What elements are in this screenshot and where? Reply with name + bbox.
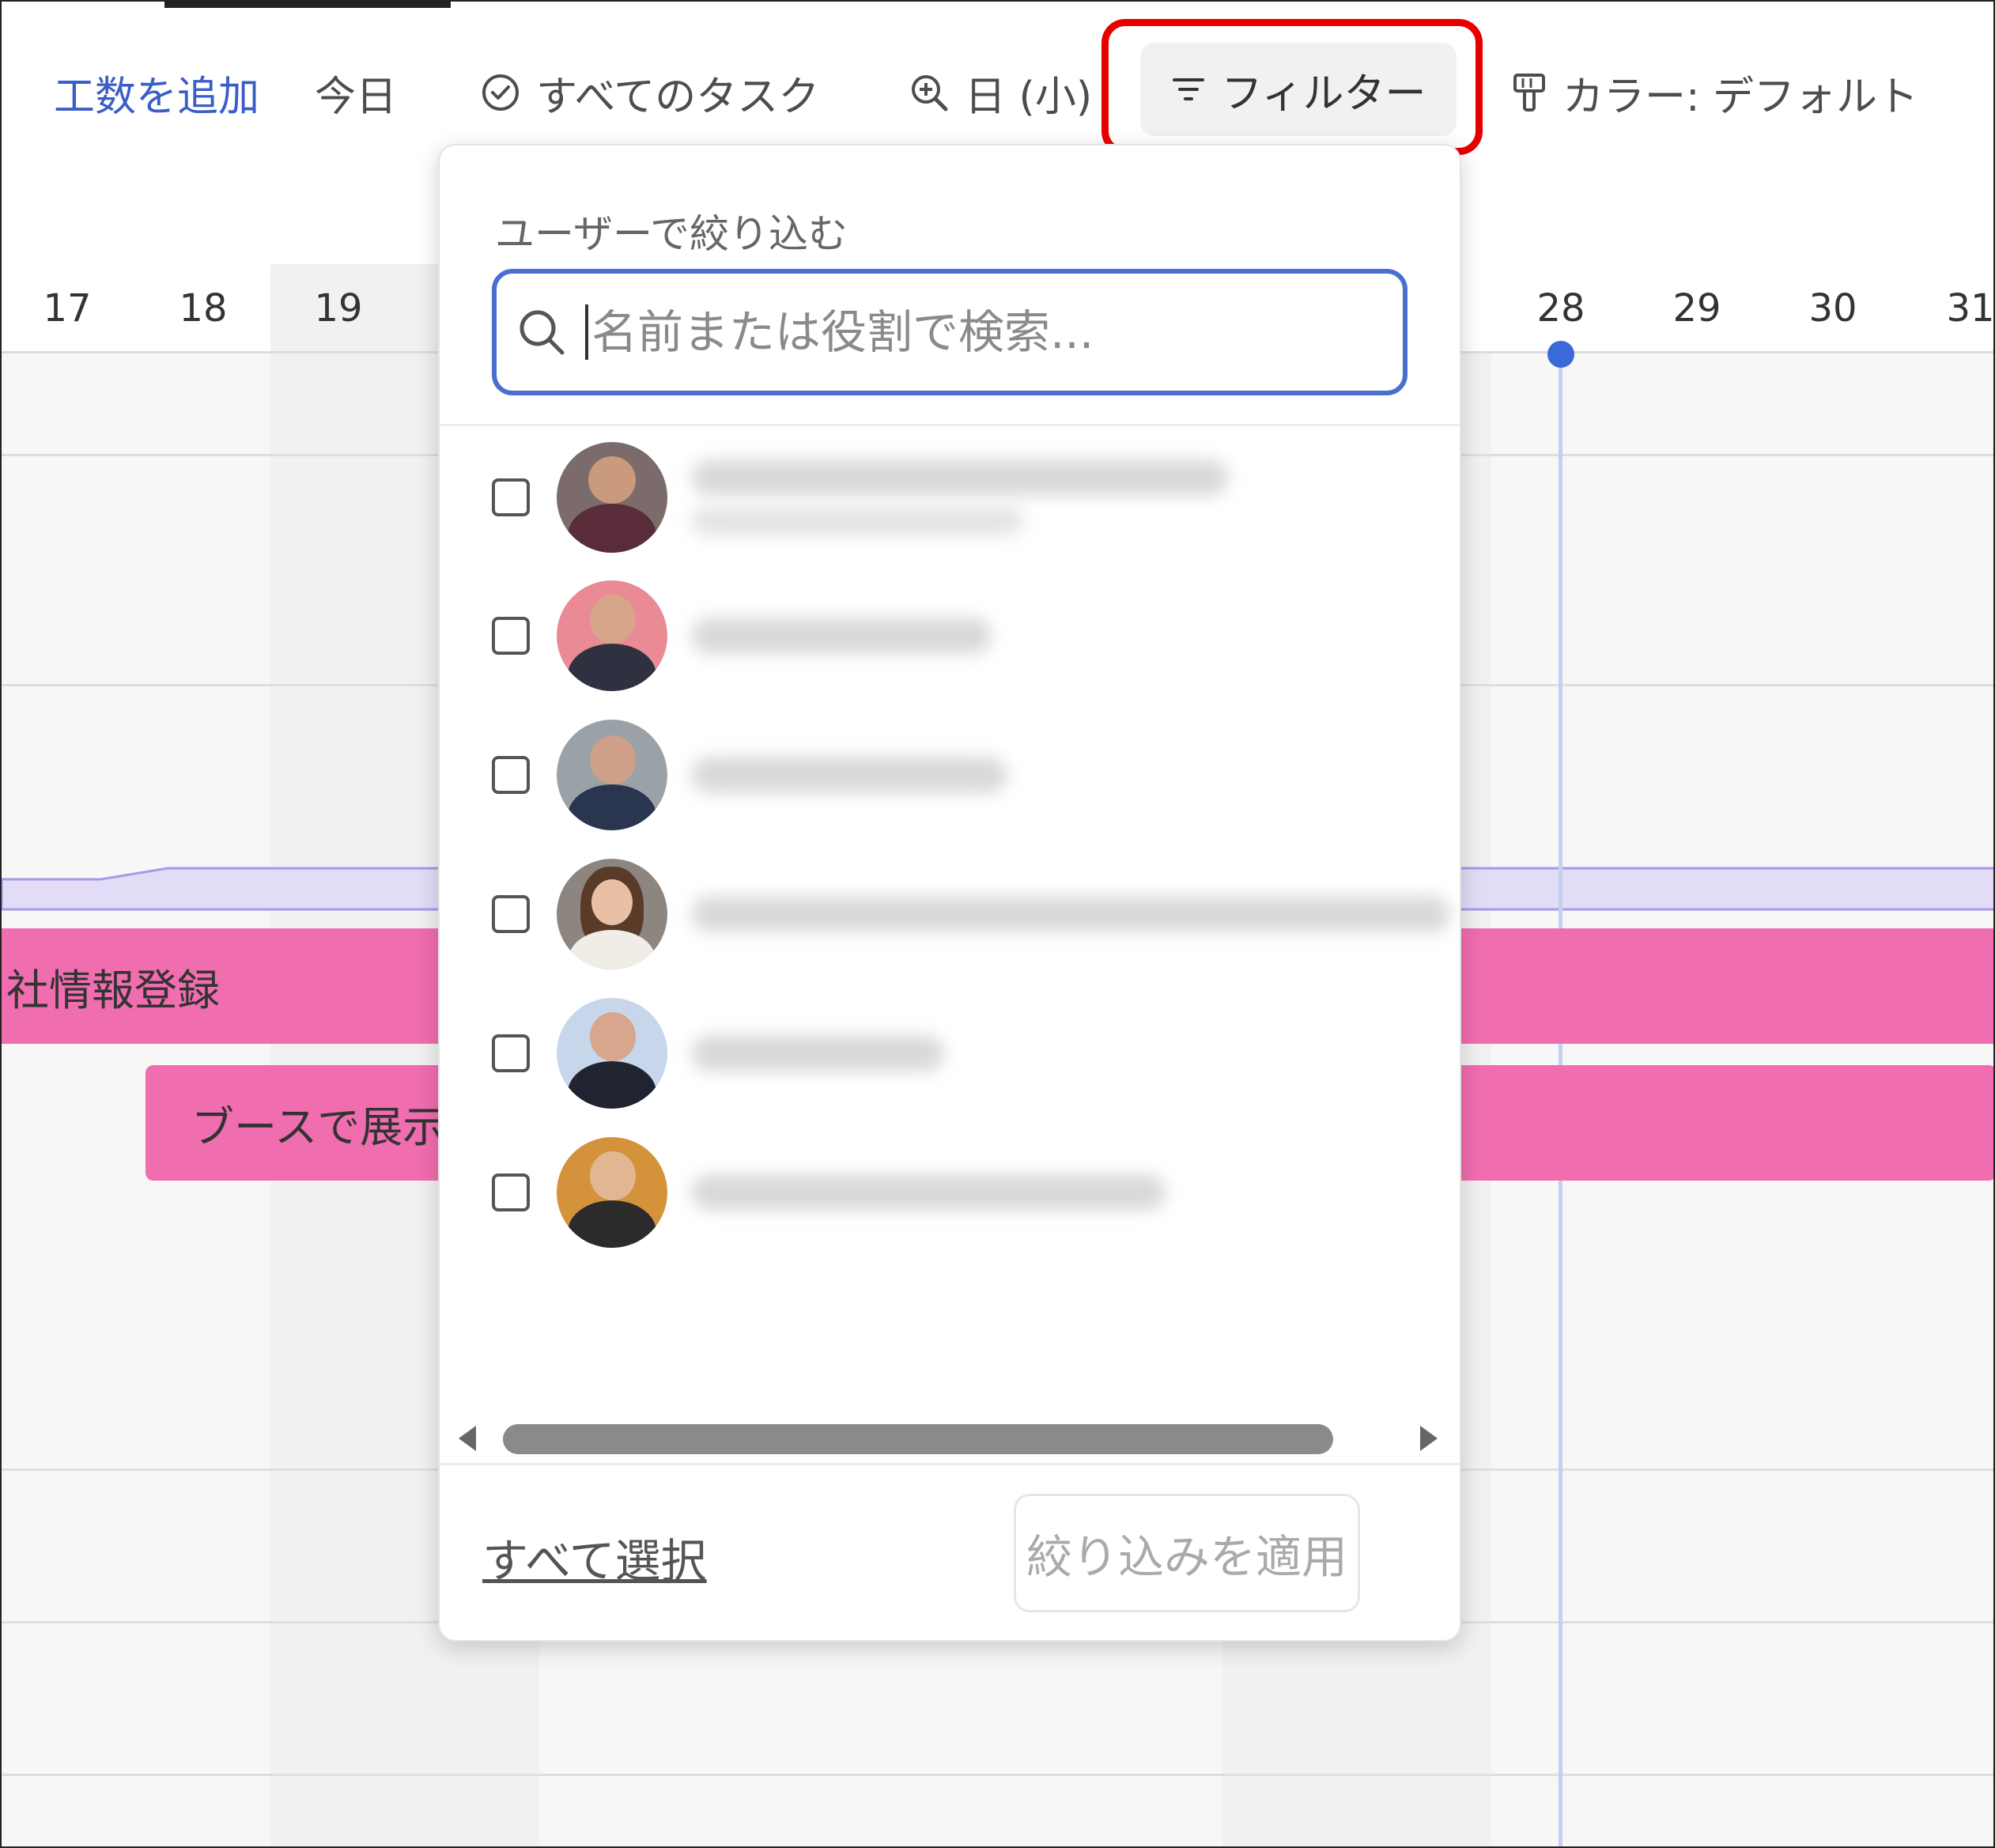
day-label: 19 [314, 286, 363, 331]
user-option[interactable] [492, 1129, 1441, 1256]
user-option[interactable] [492, 573, 1441, 699]
today-marker [1547, 341, 1574, 368]
task-bar-label: ブースで展示 [191, 1102, 446, 1152]
user-name-redacted [691, 618, 992, 654]
user-option[interactable] [492, 851, 1450, 977]
user-checkbox[interactable] [492, 478, 530, 516]
select-all-link[interactable]: すべて選択 [482, 1524, 707, 1590]
day-label: 18 [179, 286, 228, 331]
filter-dropdown: ユーザーで絞り込む 名前または役割で検索... すべて選択 絞り込みを適用 [438, 144, 1461, 1642]
user-checkbox[interactable] [492, 617, 530, 655]
search-icon [520, 310, 565, 355]
divider [440, 424, 1460, 426]
app-window: 工数を追加 今日 すべてのタスク 日 (小) フィルター カラー: デフォルト … [0, 0, 1995, 1848]
user-name-redacted [691, 1174, 1166, 1211]
day-label-today: 28 [1536, 286, 1585, 331]
day-label: 30 [1808, 286, 1857, 331]
row-divider [2, 1774, 1993, 1776]
check-circle-icon [482, 74, 519, 111]
day-label: 29 [1672, 286, 1721, 331]
user-name-redacted [691, 459, 1229, 535]
add-hours-button[interactable]: 工数を追加 [54, 57, 259, 128]
task-bar-label: 社情報登録 [6, 965, 220, 1015]
user-avatar [557, 998, 667, 1109]
color-button[interactable]: カラー: デフォルト [1512, 57, 1918, 128]
day-label: 31 [1946, 286, 1995, 331]
user-option[interactable] [492, 434, 1441, 561]
scroll-right-arrow-icon[interactable] [1420, 1426, 1438, 1451]
user-option[interactable] [492, 990, 1441, 1117]
active-tab-indicator [164, 2, 451, 8]
user-avatar [557, 1137, 667, 1248]
dropdown-footer: すべて選択 絞り込みを適用 [440, 1463, 1460, 1640]
user-checkbox[interactable] [492, 756, 530, 794]
user-checkbox[interactable] [492, 1173, 530, 1211]
all-tasks-button[interactable]: すべてのタスク [481, 57, 819, 128]
user-checkbox[interactable] [492, 1034, 530, 1072]
user-avatar [557, 720, 667, 830]
user-avatar [557, 442, 667, 553]
horizontal-scrollbar[interactable] [455, 1415, 1444, 1462]
today-label: 今日 [315, 73, 398, 121]
filter-highlight-annotation [1101, 19, 1483, 155]
scroll-left-arrow-icon[interactable] [459, 1426, 476, 1451]
user-avatar [557, 580, 667, 691]
user-search-box[interactable] [492, 269, 1407, 395]
zoom-label: 日 (小) [965, 73, 1093, 121]
user-option[interactable] [492, 712, 1441, 838]
apply-filter-button[interactable]: 絞り込みを適用 [1014, 1494, 1360, 1612]
user-name-redacted [691, 757, 1007, 793]
scrollbar-thumb[interactable] [503, 1424, 1333, 1454]
user-name-redacted [691, 896, 1450, 932]
filter-by-user-label: ユーザーで絞り込む [495, 211, 848, 257]
today-button[interactable]: 今日 [315, 57, 397, 128]
day-label: 17 [43, 286, 92, 331]
user-avatar [557, 859, 667, 969]
user-name-redacted [691, 1035, 944, 1071]
zoom-in-icon [912, 75, 948, 111]
color-label: カラー: デフォルト [1562, 73, 1919, 121]
user-search-input[interactable] [585, 304, 1384, 360]
user-checkbox[interactable] [492, 895, 530, 933]
add-hours-label: 工数を追加 [54, 73, 260, 121]
paint-roller-icon [1513, 74, 1545, 111]
zoom-button[interactable]: 日 (小) [909, 57, 1092, 128]
all-tasks-label: すべてのタスク [536, 73, 820, 121]
